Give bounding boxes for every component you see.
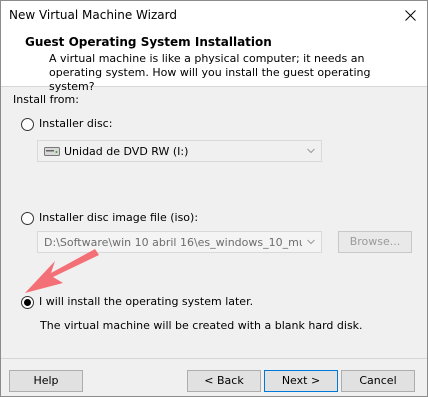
wizard-window: New Virtual Machine Wizard Guest Operati… <box>0 0 428 397</box>
install-later-description: The virtual machine will be created with… <box>40 319 363 332</box>
wizard-header: Guest Operating System Installation A vi… <box>1 31 427 93</box>
back-label: < Back <box>204 374 244 387</box>
browse-button[interactable]: Browse... <box>338 231 412 253</box>
close-icon <box>404 9 416 21</box>
installer-disc-label[interactable]: Installer disc: <box>39 117 112 130</box>
disc-drive-select[interactable]: Unidad de DVD RW (I:) <box>37 140 322 162</box>
page-description: A virtual machine is like a physical com… <box>49 52 371 93</box>
iso-image-label[interactable]: Installer disc image file (iso): <box>39 211 198 224</box>
close-button[interactable] <box>399 5 421 25</box>
help-label: Help <box>33 374 59 387</box>
window-title: New Virtual Machine Wizard <box>9 8 177 22</box>
iso-image-radio[interactable] <box>21 212 34 225</box>
disc-drive-value: Unidad de DVD RW (I:) <box>64 145 189 158</box>
footer-divider <box>1 358 427 359</box>
chevron-down-icon <box>307 239 315 245</box>
install-later-radio[interactable] <box>21 296 34 309</box>
installer-disc-radio[interactable] <box>21 118 34 131</box>
help-button[interactable]: Help <box>9 370 83 392</box>
dvd-drive-icon <box>44 147 60 156</box>
page-title: Guest Operating System Installation <box>25 35 272 49</box>
install-later-label[interactable]: I will install the operating system late… <box>39 295 253 308</box>
cancel-button[interactable]: Cancel <box>341 370 415 392</box>
title-bar: New Virtual Machine Wizard <box>1 1 427 31</box>
next-label: Next > <box>281 374 321 387</box>
install-from-label: Install from: <box>13 93 79 106</box>
cancel-label: Cancel <box>359 374 397 387</box>
back-button[interactable]: < Back <box>187 370 261 392</box>
red-arrow-icon <box>25 249 99 293</box>
chevron-down-icon <box>307 148 315 154</box>
next-button[interactable]: Next > <box>264 370 338 392</box>
